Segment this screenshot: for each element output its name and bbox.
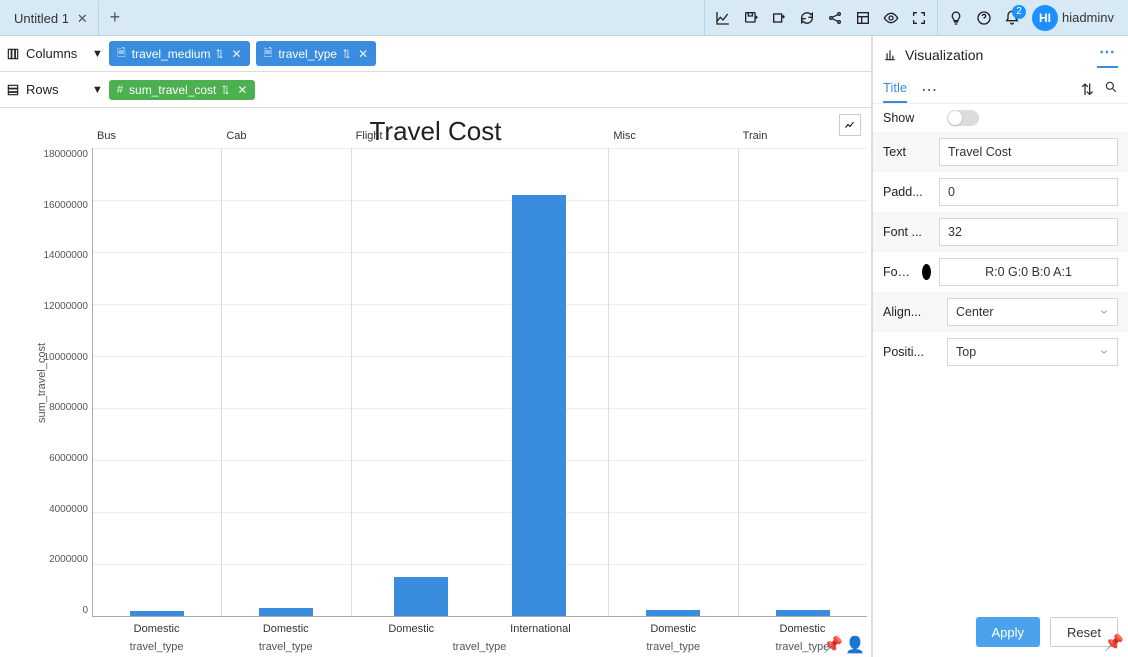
new-tab-button[interactable]: +: [99, 0, 131, 35]
x-axis-sublabel: travel_type: [646, 641, 700, 653]
facet-header: Train: [743, 130, 768, 142]
person-icon[interactable]: 👤: [845, 635, 865, 655]
x-tick-label: Domestic: [780, 623, 826, 635]
pill-travel_type[interactable]: 🗎travel_type✕: [256, 41, 377, 66]
notification-badge: 2: [1012, 5, 1026, 19]
help-icon[interactable]: [970, 4, 998, 32]
bar[interactable]: [512, 195, 566, 616]
remove-pill-icon[interactable]: ✕: [231, 47, 241, 61]
padding-label: Padd...: [883, 185, 931, 199]
y-axis-ticks: 1800000016000000140000001200000010000000…: [42, 148, 92, 617]
export-dropdown-icon[interactable]: [765, 4, 793, 32]
x-tick-label: Domestic: [263, 623, 309, 635]
position-label: Positi...: [883, 345, 939, 359]
show-toggle[interactable]: [947, 110, 979, 126]
fontsize-input[interactable]: [939, 218, 1118, 246]
search-icon[interactable]: [1104, 80, 1118, 100]
rows-shelf[interactable]: Rows ▼ #sum_travel_cost✕: [0, 72, 871, 108]
rows-icon: [6, 83, 20, 97]
line-chart-icon[interactable]: [709, 4, 737, 32]
align-label: Align...: [883, 305, 939, 319]
share-icon[interactable]: [821, 4, 849, 32]
x-axis-sublabel: travel_type: [259, 641, 313, 653]
username-label: hiadminv: [1062, 10, 1124, 25]
bar[interactable]: [130, 611, 184, 616]
layout-dropdown-icon[interactable]: [849, 4, 877, 32]
dimension-icon: 🗎: [117, 44, 126, 63]
tab-title[interactable]: Title: [883, 76, 907, 103]
remove-pill-icon[interactable]: ✕: [237, 83, 247, 97]
bar[interactable]: [646, 610, 700, 617]
close-tab-icon[interactable]: ✕: [77, 11, 88, 27]
bar[interactable]: [259, 608, 313, 616]
title-text-input[interactable]: [939, 138, 1118, 166]
pill-sum_travel_cost[interactable]: #sum_travel_cost✕: [109, 80, 256, 100]
x-tick-label: Domestic: [650, 623, 696, 635]
x-tick-label: Domestic: [388, 623, 434, 635]
fullscreen-icon[interactable]: [905, 4, 933, 32]
rows-label: Rows: [26, 82, 59, 97]
pill-travel_medium[interactable]: 🗎travel_medium✕: [109, 41, 250, 66]
measure-icon: #: [117, 84, 123, 96]
tabs-more-icon[interactable]: ⋯: [921, 80, 937, 100]
refresh-icon[interactable]: [793, 4, 821, 32]
columns-shelf[interactable]: Columns ▼ 🗎travel_medium✕🗎travel_type✕: [0, 36, 871, 72]
chart-trend-button[interactable]: [839, 114, 861, 136]
bar[interactable]: [776, 610, 830, 617]
columns-dropdown-icon[interactable]: ▼: [92, 48, 103, 60]
sidepanel-header: Visualization: [905, 47, 983, 63]
sort-icon: [222, 85, 229, 95]
chart-title: Travel Cost: [6, 116, 865, 147]
fontcolor-swatch[interactable]: [922, 264, 931, 280]
sidepanel-more-icon[interactable]: ⋯: [1097, 42, 1118, 68]
document-tab[interactable]: Untitled 1 ✕: [0, 0, 99, 35]
dimension-icon: 🗎: [264, 44, 273, 63]
bar[interactable]: [394, 577, 448, 616]
facet-header: Bus: [97, 130, 116, 142]
x-axis-sublabel: travel_type: [453, 641, 507, 653]
rows-dropdown-icon[interactable]: ▼: [92, 84, 103, 96]
x-tick-label: Domestic: [134, 623, 180, 635]
position-select[interactable]: Top: [947, 338, 1118, 366]
padding-input[interactable]: [939, 178, 1118, 206]
x-tick-label: International: [510, 623, 571, 635]
eye-icon[interactable]: [877, 4, 905, 32]
chart-plot: BusCabFlightMiscTrain: [92, 148, 867, 617]
align-select[interactable]: Center: [947, 298, 1118, 326]
bar-chart-icon: [883, 48, 897, 62]
avatar[interactable]: HI: [1032, 5, 1058, 31]
fontsize-label: Font ...: [883, 225, 931, 239]
x-axis-sublabel: travel_type: [130, 641, 184, 653]
x-axis-sublabel: travel_type: [776, 641, 830, 653]
panel-pin-icon[interactable]: 📌: [1104, 633, 1124, 653]
facet-header: Flight: [356, 130, 383, 142]
apply-button[interactable]: Apply: [976, 617, 1041, 647]
save-dropdown-icon[interactable]: [737, 4, 765, 32]
sort-icon[interactable]: ⇅: [1081, 80, 1094, 100]
remove-pill-icon[interactable]: ✕: [358, 47, 368, 61]
lightbulb-icon[interactable]: [942, 4, 970, 32]
fontcolor-input[interactable]: [939, 258, 1118, 286]
show-label: Show: [883, 111, 939, 125]
sort-icon: [216, 49, 223, 59]
text-label: Text: [883, 145, 931, 159]
document-tab-title: Untitled 1: [14, 11, 69, 26]
fontcolor-label: Font ...: [883, 265, 914, 279]
columns-icon: [6, 47, 20, 61]
columns-label: Columns: [26, 46, 77, 61]
facet-header: Cab: [226, 130, 246, 142]
sort-icon: [343, 49, 350, 59]
facet-header: Misc: [613, 130, 636, 142]
pin-icon[interactable]: 📌: [823, 635, 843, 655]
bell-icon[interactable]: 2: [998, 4, 1026, 32]
